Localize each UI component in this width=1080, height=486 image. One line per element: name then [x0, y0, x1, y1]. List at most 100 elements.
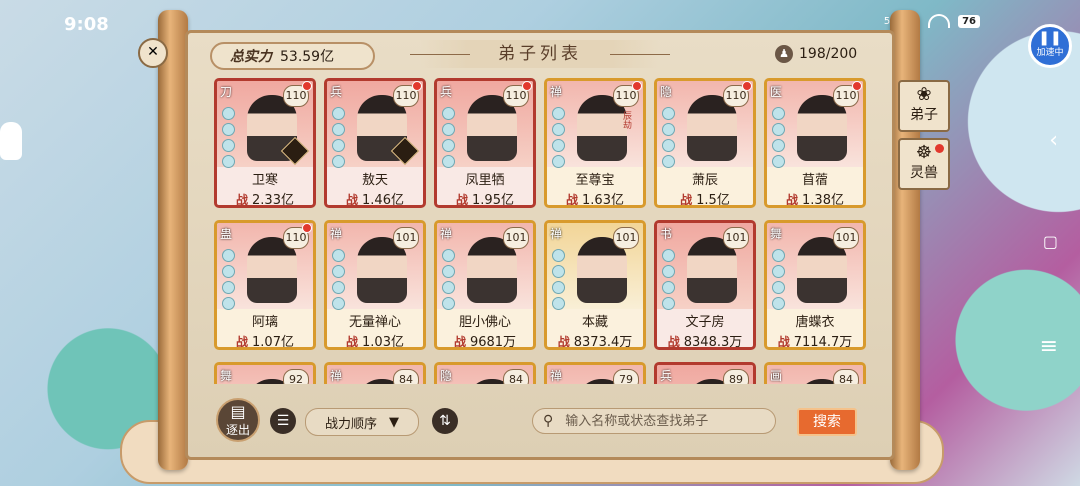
class-tag: 书 [660, 227, 673, 241]
lotus-icon: ❀ [916, 84, 932, 105]
disciple-power: 战 1.03亿 [327, 331, 423, 349]
notification-dot [632, 81, 642, 91]
level-badge: 101 [613, 227, 639, 249]
class-tag: 兵 [440, 85, 453, 99]
power-value: 9681万 [469, 335, 517, 350]
disciple-card[interactable]: 禅 110 辰劫 至尊宝战 1.63亿 [544, 78, 646, 208]
power-value: 2.33亿 [252, 193, 294, 208]
sword-icon[interactable]: ✕ [138, 38, 168, 68]
chevron-down-icon: ▼ [389, 414, 399, 430]
tab-spirit-beasts[interactable]: ☸ 灵兽 [898, 138, 950, 190]
disciple-card[interactable]: 隐 84 [434, 362, 536, 384]
star-gems [332, 249, 345, 310]
notification-dot [742, 81, 752, 91]
tab-spirit-beasts-label: 灵兽 [910, 165, 938, 181]
disciple-name: 凤里牺 [465, 173, 505, 188]
tab-disciples-label: 弟子 [910, 107, 938, 123]
battery-level: 76 [958, 14, 980, 28]
disciple-card[interactable]: 禅 84 [324, 362, 426, 384]
power-prefix: 战 [346, 193, 359, 207]
disciple-name: 至尊宝 [575, 173, 615, 188]
home-icon[interactable]: ▢ [1043, 232, 1058, 251]
star-gems [552, 249, 565, 310]
search-button[interactable]: 搜索 [797, 408, 857, 436]
list-view-button[interactable]: ☰ [270, 408, 296, 434]
pause-icon: ❚❚ [1038, 30, 1062, 46]
search-box[interactable]: ⚲ [532, 408, 776, 434]
disciple-grid: 刀 110 卫寒战 2.33亿兵 110 敖天战 1.46亿兵 110 凤里牺战 1.95亿禅 11… [214, 78, 870, 384]
total-power-label: 总实力 [230, 49, 272, 65]
disciple-name: 唐蝶衣 [795, 315, 835, 330]
star-gems [772, 107, 785, 168]
notification-dot [302, 223, 312, 233]
star-gems [662, 107, 675, 168]
search-input[interactable] [563, 412, 768, 430]
disciple-power: 战 2.33亿 [217, 189, 313, 208]
power-prefix: 战 [680, 193, 693, 207]
power-value: 8348.3万 [683, 335, 743, 350]
power-prefix: 战 [346, 335, 359, 349]
wifi-icon [928, 14, 951, 28]
disciple-card[interactable]: 书 101 文子房战 8348.3万 [654, 220, 756, 350]
disciple-card[interactable]: 画 84 [764, 362, 866, 384]
class-tag: 兵 [330, 85, 343, 99]
exit-label: 逐出 [225, 423, 250, 437]
star-gems [222, 107, 235, 168]
disciple-name: 敖天 [361, 173, 388, 188]
level-badge: 101 [723, 227, 749, 249]
accelerator-label: 加速中 [1036, 48, 1064, 58]
level-badge: 101 [393, 227, 419, 249]
disciple-card[interactable]: 禅 101 本藏战 8373.4万 [544, 220, 646, 350]
power-value: 8373.4万 [573, 335, 633, 350]
power-prefix: 战 [456, 193, 469, 207]
star-gems [552, 107, 565, 168]
level-badge: 84 [393, 369, 419, 384]
person-icon: ♟ [775, 45, 793, 63]
disciple-power: 战 7114.7万 [767, 331, 863, 350]
class-tag: 兵 [660, 369, 673, 383]
disciple-count-value: 198/200 [799, 46, 858, 62]
class-tag: 禅 [550, 369, 563, 383]
disciple-card[interactable]: 兵 89 [654, 362, 756, 384]
status-tag: 辰劫 [621, 111, 631, 129]
notification-dot [302, 81, 312, 91]
class-tag: 刀 [220, 85, 233, 99]
status-time: 9:08 [64, 14, 109, 35]
exit-button[interactable]: ▤ 逐出 [216, 398, 260, 442]
disciple-card[interactable]: 禅 79 [544, 362, 646, 384]
disciple-card[interactable]: 禅 101 无量禅心战 1.03亿 [324, 220, 426, 350]
disciple-power: 战 9681万 [437, 331, 533, 350]
disciple-card[interactable]: 兵 110 凤里牺战 1.95亿 [434, 78, 536, 208]
disciple-card[interactable]: 隐 110 萧辰战 1.5亿 [654, 78, 756, 208]
disciple-card[interactable]: 刀 110 卫寒战 2.33亿 [214, 78, 316, 208]
total-power: 总实力 53.59亿 [210, 42, 375, 70]
disciple-card[interactable]: 舞 101 唐蝶衣战 7114.7万 [764, 220, 866, 350]
sort-dropdown[interactable]: 战力顺序 ▼ [305, 408, 419, 436]
power-value: 1.95亿 [472, 193, 514, 208]
back-icon[interactable]: ‹ [1049, 128, 1058, 153]
power-value: 7114.7万 [793, 335, 853, 350]
disciple-name: 文子房 [685, 315, 725, 330]
power-prefix: 战 [453, 335, 466, 349]
tab-disciples[interactable]: ❀ 弟子 [898, 80, 950, 132]
disciple-card[interactable]: 兵 110 敖天战 1.46亿 [324, 78, 426, 208]
disciple-card[interactable]: 医 110 苜蓿战 1.38亿 [764, 78, 866, 208]
disciple-card[interactable]: 蛊 110 阿璃战 1.07亿 [214, 220, 316, 350]
accelerator-button[interactable]: ❚❚ 加速中 [1028, 24, 1072, 68]
sort-label: 战力顺序 [324, 416, 377, 432]
disciple-card[interactable]: 舞 92 [214, 362, 316, 384]
class-tag: 禅 [330, 369, 343, 383]
level-badge: 101 [833, 227, 859, 249]
power-prefix: 战 [786, 193, 799, 207]
level-badge: 84 [503, 369, 529, 384]
notification-dot [412, 81, 422, 91]
menu-icon[interactable]: ≡ [1040, 334, 1058, 359]
power-prefix: 战 [566, 193, 579, 207]
sort-order-toggle[interactable]: ⇅ [432, 408, 458, 434]
level-badge: 89 [723, 369, 749, 384]
level-badge: 84 [833, 369, 859, 384]
star-gems [222, 249, 235, 310]
disciple-card[interactable]: 禅 101 胆小佛心战 9681万 [434, 220, 536, 350]
scroll-rod-left [158, 10, 188, 470]
power-value: 1.38亿 [802, 193, 844, 208]
